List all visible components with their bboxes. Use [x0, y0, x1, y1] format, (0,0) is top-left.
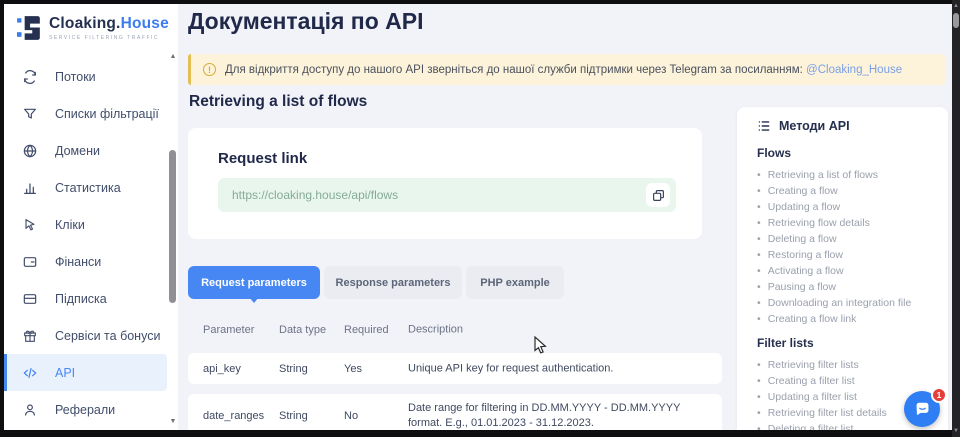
chat-bubble-icon [914, 401, 931, 418]
sidebar-item-services[interactable]: Сервіси та бонуси [4, 317, 167, 354]
cell-parameter: date_ranges [203, 410, 264, 422]
methods-group-filter-lists: Filter lists [757, 336, 932, 350]
sidebar-item-label: Домени [55, 144, 100, 158]
sidebar-item-label: Списки фільтрації [55, 107, 159, 121]
sidebar-scroll-up-icon[interactable]: ▲ [167, 53, 179, 60]
user-icon [22, 402, 38, 418]
page-scrollbar-thumb[interactable] [953, 13, 959, 28]
method-link[interactable]: •Pausing a flow [757, 279, 932, 295]
col-header-parameter: Parameter [203, 324, 254, 336]
tab-response-parameters[interactable]: Response parameters [324, 266, 462, 299]
sidebar-item-finance[interactable]: Фінанси [4, 243, 167, 280]
api-methods-panel: Методи API Flows •Retrieving a list of f… [737, 107, 948, 430]
method-link[interactable]: •Updating a flow [757, 199, 932, 215]
sidebar-item-clicks[interactable]: Кліки [4, 206, 167, 243]
request-link-title: Request link [218, 150, 307, 167]
sidebar-menu: Потоки Списки фільтрації Домени Статисти… [4, 58, 167, 428]
sidebar-item-label: Підписка [55, 292, 107, 306]
col-header-description: Description [408, 323, 704, 338]
code-icon [22, 365, 38, 381]
copy-icon [652, 189, 665, 202]
filter-icon [22, 106, 38, 122]
methods-group-flows: Flows [757, 146, 932, 160]
request-url-value: https://cloaking.house/api/flows [232, 188, 646, 202]
method-link[interactable]: •Retrieving filter lists [757, 357, 932, 373]
tab-request-parameters[interactable]: Request parameters [188, 266, 320, 299]
sidebar: Cloaking.House SERVICE FILTERING TRAFFIC… [4, 4, 178, 430]
cell-description: Unique API key for request authenticatio… [408, 361, 704, 376]
section-title: Retrieving a list of flows [189, 93, 367, 111]
method-link[interactable]: •Retrieving a list of flows [757, 167, 932, 183]
request-url-field[interactable]: https://cloaking.house/api/flows [218, 178, 676, 212]
sidebar-item-filter-lists[interactable]: Списки фільтрації [4, 95, 167, 132]
copy-button[interactable] [646, 183, 670, 207]
cursor-icon [22, 217, 38, 233]
sidebar-item-label: Сервіси та бонуси [55, 329, 160, 343]
method-link[interactable]: •Creating a flow [757, 183, 932, 199]
sidebar-item-flows[interactable]: Потоки [4, 58, 167, 95]
method-link[interactable]: •Deleting a filter list [757, 421, 932, 430]
table-row: api_key String Yes Unique API key for re… [188, 353, 722, 384]
cloaking-house-logo-icon [16, 15, 42, 41]
sidebar-scroll-down-icon[interactable]: ▼ [167, 418, 179, 425]
banner-text: Для відкриття доступу до нашого API звер… [225, 64, 902, 76]
tab-php-example[interactable]: PHP example [466, 266, 564, 299]
sidebar-item-label: Статистика [55, 181, 121, 195]
bar-chart-icon [22, 180, 38, 196]
method-link[interactable]: •Creating a filter list [757, 373, 932, 389]
scroll-up-icon[interactable]: ▲ [952, 2, 960, 10]
page-title: Документація по API [188, 8, 423, 35]
logo-subtitle: SERVICE FILTERING TRAFFIC [49, 35, 169, 41]
info-icon: ! [203, 63, 216, 76]
col-header-required: Required [344, 324, 389, 336]
parameter-tabs: Request parameters Response parameters P… [188, 266, 564, 299]
page-scrollbar[interactable]: ▲ ▼ [952, 0, 960, 437]
col-header-data-type: Data type [279, 324, 327, 336]
list-icon [757, 119, 771, 133]
card-icon [22, 291, 38, 307]
method-link[interactable]: •Deleting a flow [757, 231, 932, 247]
method-link[interactable]: •Creating a flow link [757, 311, 932, 327]
logo[interactable]: Cloaking.House SERVICE FILTERING TRAFFIC [16, 15, 169, 41]
gift-icon [22, 328, 38, 344]
sync-icon [22, 69, 38, 85]
sidebar-item-statistics[interactable]: Статистика [4, 169, 167, 206]
table-row: date_ranges String No Date range for fil… [188, 394, 722, 430]
globe-icon [22, 143, 38, 159]
method-link[interactable]: •Restoring a flow [757, 247, 932, 263]
cell-data-type: String [279, 363, 327, 375]
sidebar-item-label: Потоки [55, 70, 96, 84]
sidebar-item-api[interactable]: API [4, 354, 167, 391]
table-header-row: Parameter Data type Required Description [188, 312, 722, 348]
sidebar-item-label: API [55, 366, 75, 380]
scroll-down-icon[interactable]: ▼ [952, 427, 960, 435]
sidebar-item-label: Кліки [55, 218, 85, 232]
cell-parameter: api_key [203, 363, 241, 375]
sidebar-item-subscription[interactable]: Підписка [4, 280, 167, 317]
methods-panel-title: Методи API [757, 119, 932, 133]
logo-title: Cloaking.House [49, 15, 169, 32]
sidebar-item-referrals[interactable]: Реферали [4, 391, 167, 428]
telegram-info-banner: ! Для відкриття доступу до нашого API зв… [188, 54, 945, 85]
sidebar-item-label: Реферали [55, 403, 115, 417]
request-link-card: Request link https://cloaking.house/api/… [188, 128, 702, 239]
cell-required: No [344, 410, 358, 422]
sidebar-item-domains[interactable]: Домени [4, 132, 167, 169]
sidebar-scrollbar-thumb[interactable] [169, 150, 176, 303]
notification-badge: 1 [931, 387, 947, 403]
wallet-icon [22, 254, 38, 270]
telegram-link[interactable]: @Cloaking_House [806, 64, 902, 76]
cell-description: Date range for filtering in DD.MM.YYYY -… [408, 401, 704, 430]
app-window: Cloaking.House SERVICE FILTERING TRAFFIC… [4, 4, 952, 430]
sidebar-item-label: Фінанси [55, 255, 101, 269]
cell-required: Yes [344, 363, 362, 375]
method-link[interactable]: •Activating a flow [757, 263, 932, 279]
method-link[interactable]: •Downloading an integration file [757, 295, 932, 311]
method-link[interactable]: •Retrieving flow details [757, 215, 932, 231]
cell-data-type: String [279, 410, 327, 422]
